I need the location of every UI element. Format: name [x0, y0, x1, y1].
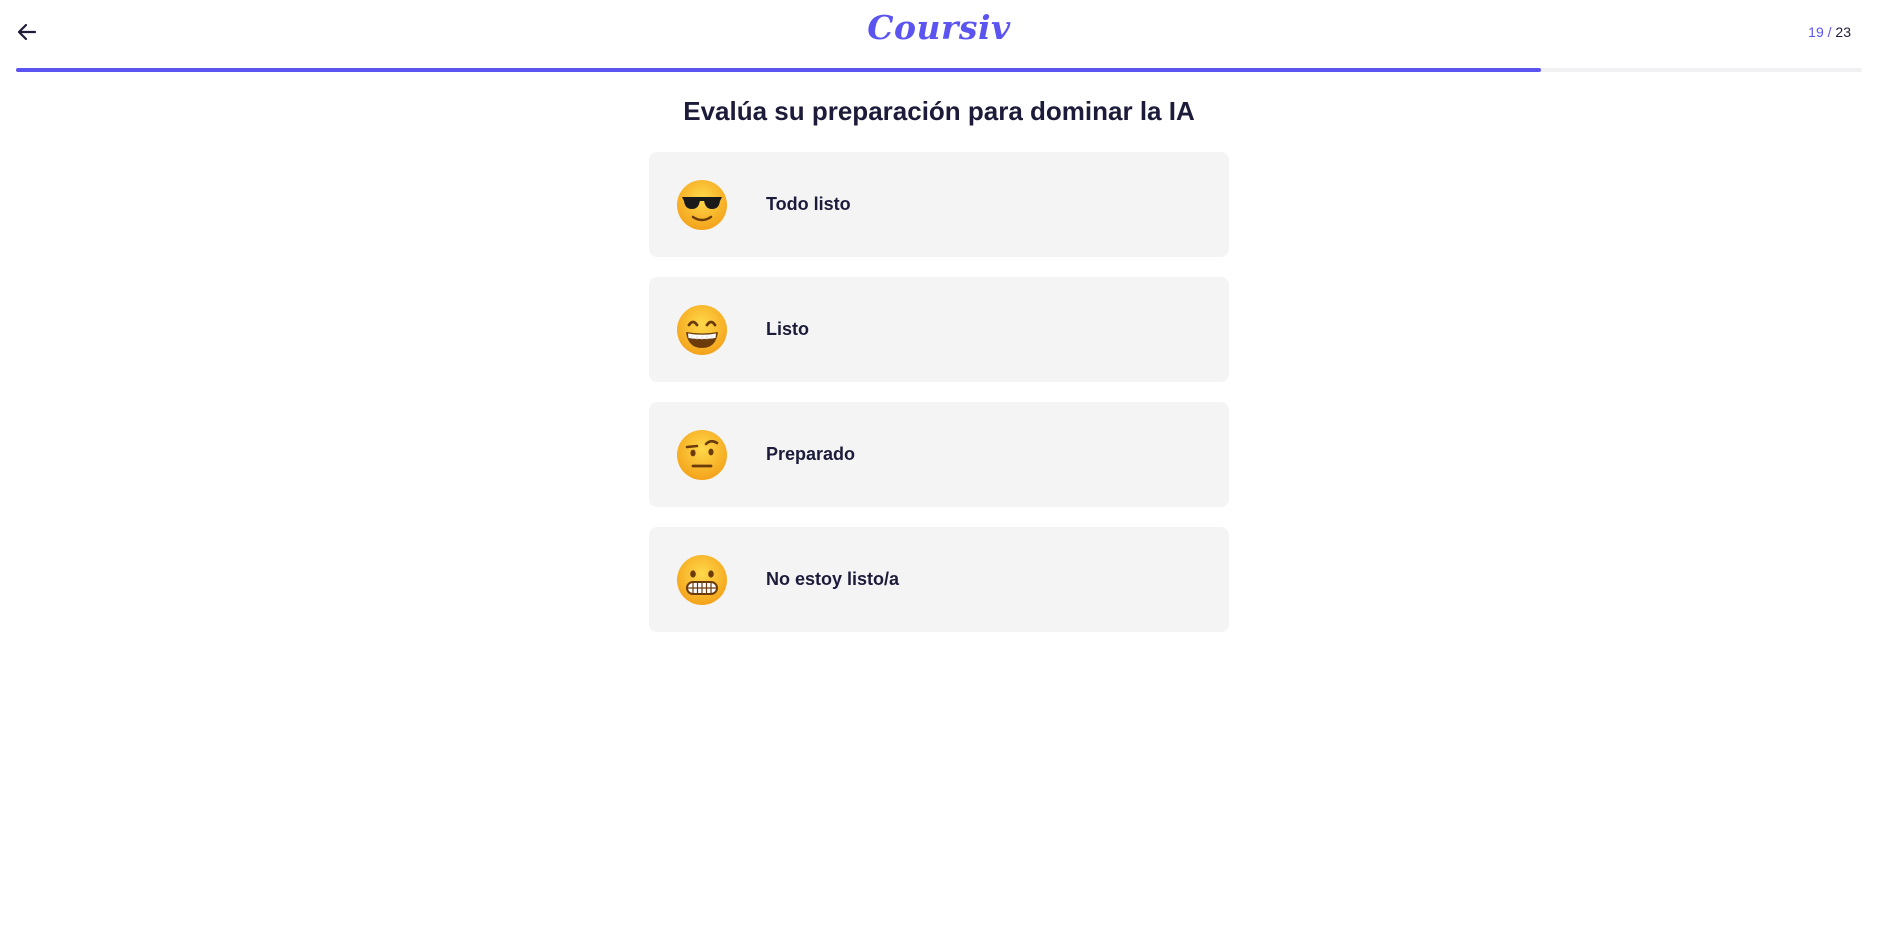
logo-wrapper: Coursiv [0, 8, 1878, 47]
option-label: Todo listo [766, 194, 851, 214]
arrow-left-icon [17, 23, 37, 41]
grimacing-face-icon [677, 555, 727, 605]
answer-options: Todo listo Listo Preparado No estoy list… [649, 152, 1229, 652]
option-label: Preparado [766, 444, 856, 464]
progress-bar [16, 68, 1862, 72]
step-total: 23 [1835, 24, 1851, 40]
step-current: 19 [1808, 24, 1824, 40]
option-todo-listo[interactable]: Todo listo [649, 152, 1229, 257]
header: Coursiv 19 / 23 [0, 0, 1878, 64]
option-label: Listo [766, 319, 809, 339]
page-title: Evalúa su preparación para dominar la IA [683, 96, 1195, 126]
beaming-face-icon [677, 305, 727, 355]
option-listo[interactable]: Listo [649, 277, 1229, 382]
option-label: No estoy listo/a [766, 569, 900, 589]
option-no-estoy-listo[interactable]: No estoy listo/a [649, 527, 1229, 632]
step-counter: 19 / 23 [1808, 24, 1851, 40]
face-with-raised-eyebrow-icon [677, 430, 727, 480]
coursiv-logo[interactable]: Coursiv [867, 8, 1010, 47]
step-separator: / [1823, 24, 1836, 40]
smiling-face-with-sunglasses-icon [677, 180, 727, 230]
option-preparado[interactable]: Preparado [649, 402, 1229, 507]
back-button[interactable] [14, 20, 40, 44]
progress-bar-fill [16, 68, 1541, 72]
